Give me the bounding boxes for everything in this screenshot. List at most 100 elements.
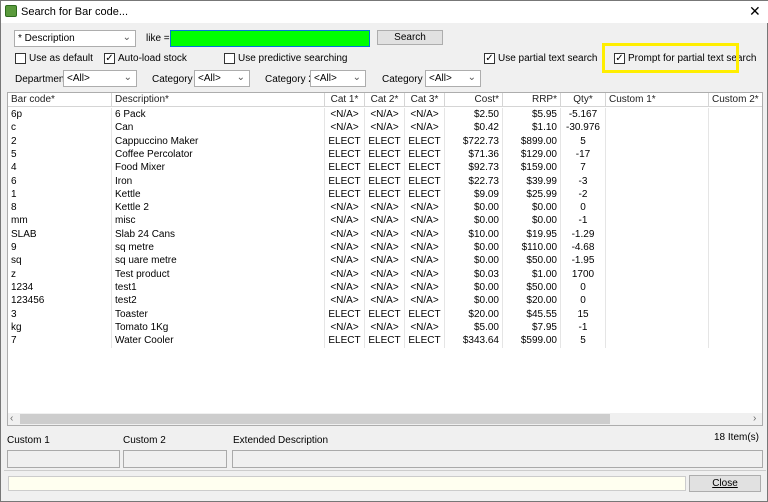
- table-cell: [709, 254, 762, 268]
- table-cell: 9: [8, 241, 112, 255]
- table-row[interactable]: 1234 test1 <N/A> <N/A> <N/A> $0.00 $50.00 0: [8, 280, 762, 295]
- table-cell: $50.00: [503, 254, 561, 269]
- table-row[interactable]: 7 Water Cooler ELECT ELECT ELECT $343.64 $599.…: [8, 334, 762, 349]
- table-cell: 8: [8, 201, 112, 216]
- table-cell: -1.29: [561, 227, 606, 242]
- table-cell: 15: [561, 307, 606, 322]
- department-select[interactable]: <All> ⌄: [63, 70, 137, 87]
- checkbox[interactable]: [224, 53, 235, 64]
- table-cell: <N/A>: [365, 241, 405, 255]
- checkbox[interactable]: ✓: [484, 53, 495, 64]
- table-row[interactable]: 1 Kettle ELECT ELECT ELECT $9.09 $25.99 -2: [8, 187, 762, 202]
- table-cell: Cappuccino Maker: [112, 134, 325, 149]
- table-row[interactable]: 4 Food Mixer ELECT ELECT ELECT $92.73 $159.00 7: [8, 161, 762, 176]
- horizontal-scrollbar[interactable]: ‹ ›: [8, 413, 762, 425]
- table-cell: [606, 241, 709, 255]
- column-header[interactable]: Cat 1*: [325, 93, 365, 106]
- table-row[interactable]: z Test product <N/A> <N/A> <N/A> $0.03 $1.00 17…: [8, 267, 762, 282]
- table-row[interactable]: sq sq uare metre <N/A> <N/A> <N/A> $0.00 $50.0…: [8, 254, 762, 269]
- table-cell: 2: [8, 134, 112, 149]
- checkbox[interactable]: ✓: [104, 53, 115, 64]
- table-cell: <N/A>: [405, 280, 445, 295]
- table-cell: -30.976: [561, 121, 606, 136]
- column-header[interactable]: Cost*: [445, 93, 503, 106]
- category3-label: Category 3: [382, 74, 431, 85]
- table-cell: <N/A>: [365, 214, 405, 229]
- chevron-down-icon: ⌄: [236, 72, 245, 83]
- option-use-predictive-searching[interactable]: Use predictive searching: [224, 53, 348, 64]
- table-cell: [606, 294, 709, 309]
- scroll-left-icon[interactable]: ‹: [10, 413, 13, 424]
- table-cell: -1: [561, 320, 606, 335]
- table-cell: sq metre: [112, 241, 325, 255]
- table-cell: [606, 147, 709, 162]
- option-use-partial-text-search[interactable]: ✓ Use partial text search: [484, 53, 598, 64]
- table-cell: <N/A>: [405, 214, 445, 229]
- column-header[interactable]: Qty*: [561, 93, 606, 106]
- table-cell: 3: [8, 307, 112, 322]
- table-row[interactable]: SLAB Slab 24 Cans <N/A> <N/A> <N/A> $10.00 $19…: [8, 227, 762, 242]
- column-header[interactable]: Bar code*: [8, 93, 112, 106]
- scrollbar-thumb[interactable]: [20, 414, 610, 424]
- table-row[interactable]: 3 Toaster ELECT ELECT ELECT $20.00 $45.55 15: [8, 307, 762, 322]
- search-input[interactable]: [170, 30, 370, 47]
- checkbox[interactable]: [15, 53, 26, 64]
- table-row[interactable]: 6 Iron ELECT ELECT ELECT $22.73 $39.99 -3: [8, 174, 762, 189]
- department-value: <All>: [67, 73, 90, 84]
- table-cell: [709, 121, 762, 135]
- table-cell: [606, 174, 709, 189]
- status-field[interactable]: [8, 476, 686, 491]
- column-header[interactable]: Cat 2*: [365, 93, 405, 106]
- table-cell: $1.10: [503, 121, 561, 136]
- table-cell: ELECT: [405, 187, 445, 202]
- table-cell: [709, 148, 762, 162]
- table-row[interactable]: 5 Coffee Percolator ELECT ELECT ELECT $71.36 $…: [8, 147, 762, 162]
- table-row[interactable]: mm misc <N/A> <N/A> <N/A> $0.00 $0.00 -1: [8, 214, 762, 229]
- table-row[interactable]: 8 Kettle 2 <N/A> <N/A> <N/A> $0.00 $0.00 0: [8, 201, 762, 216]
- search-button[interactable]: Search: [377, 30, 443, 45]
- table-cell: $19.95: [503, 227, 561, 242]
- table-cell: $7.95: [503, 320, 561, 335]
- table-row[interactable]: kg Tomato 1Kg <N/A> <N/A> <N/A> $5.00 $7.95 -1: [8, 320, 762, 335]
- table-cell: [606, 280, 709, 295]
- option-use-as-default[interactable]: Use as default: [15, 53, 93, 64]
- table-cell: 7: [8, 334, 112, 349]
- column-header[interactable]: RRP*: [503, 93, 561, 106]
- table-row[interactable]: 2 Cappuccino Maker ELECT ELECT ELECT $722.73 $…: [8, 134, 762, 149]
- table-row[interactable]: 9 sq metre <N/A> <N/A> <N/A> $0.00 $110.00 -4.6…: [8, 241, 762, 255]
- table-row[interactable]: 6p 6 Pack <N/A> <N/A> <N/A> $2.50 $5.95 -5.167: [8, 108, 762, 122]
- table-cell: $343.64: [445, 334, 503, 349]
- table-cell: <N/A>: [365, 294, 405, 309]
- column-header[interactable]: Custom 2*: [709, 93, 762, 106]
- category3-select[interactable]: <All> ⌄: [425, 70, 481, 87]
- table-cell: $92.73: [445, 161, 503, 176]
- column-header[interactable]: Custom 1*: [606, 93, 709, 106]
- search-field-select[interactable]: * Description ⌄: [14, 30, 136, 47]
- column-header[interactable]: Cat 3*: [405, 93, 445, 106]
- results-table[interactable]: Bar code* Description* Cat 1* Cat 2* Cat 3* C…: [7, 92, 763, 426]
- table-cell: ELECT: [325, 187, 365, 202]
- table-cell: 4: [8, 161, 112, 176]
- category1-select[interactable]: <All> ⌄: [194, 70, 250, 87]
- option-auto-load-stock[interactable]: ✓ Auto-load stock: [104, 53, 187, 64]
- table-row[interactable]: 123456 test2 <N/A> <N/A> <N/A> $0.00 $20.00 0: [8, 294, 762, 309]
- table-row[interactable]: c Can <N/A> <N/A> <N/A> $0.42 $1.10 -30.976: [8, 121, 762, 136]
- category1-value: <All>: [198, 73, 221, 84]
- table-cell: <N/A>: [365, 121, 405, 136]
- category2-select[interactable]: <All> ⌄: [310, 70, 366, 87]
- table-cell: [709, 308, 762, 322]
- like-label: like =: [146, 33, 170, 44]
- close-icon[interactable]: ✕: [749, 3, 761, 20]
- column-header[interactable]: Description*: [112, 93, 325, 106]
- table-cell: sq uare metre: [112, 254, 325, 269]
- close-button[interactable]: Close: [689, 475, 761, 492]
- table-cell: 123456: [8, 294, 112, 309]
- table-cell: $0.03: [445, 267, 503, 282]
- table-cell: -17: [561, 147, 606, 162]
- option-label: Use partial text search: [498, 53, 598, 64]
- scroll-right-icon[interactable]: ›: [753, 413, 756, 424]
- table-cell: ELECT: [325, 307, 365, 322]
- table-cell: sq: [8, 254, 112, 269]
- table-cell: [606, 254, 709, 269]
- option-label: Auto-load stock: [118, 53, 187, 64]
